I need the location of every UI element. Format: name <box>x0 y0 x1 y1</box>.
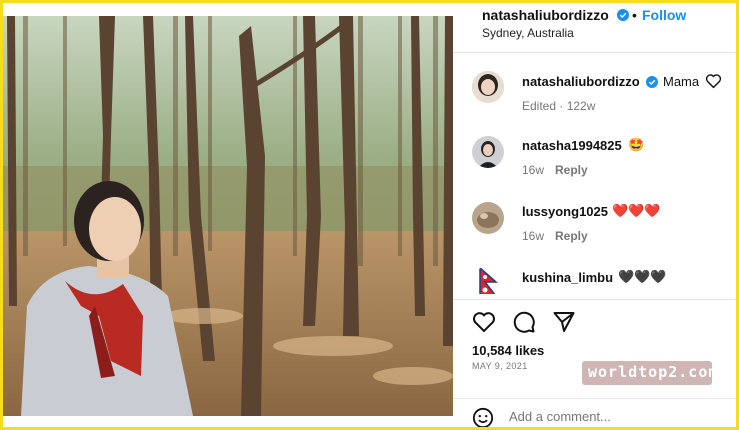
verified-badge-icon <box>617 9 629 21</box>
add-comment-bar <box>453 398 736 427</box>
post-date: MAY 9, 2021 <box>472 361 528 371</box>
comment-text: 🖤🖤🖤 <box>618 269 667 284</box>
comment-text: 🤩 <box>628 137 645 152</box>
comment-age: 16w <box>522 163 545 177</box>
comment-icon[interactable] <box>512 310 536 334</box>
header-separator: • <box>632 7 637 23</box>
commenter-avatar[interactable] <box>472 136 504 168</box>
caption-text: Mama <box>663 74 700 89</box>
share-icon[interactable] <box>552 310 576 334</box>
caption-username[interactable]: natashaliubordizzo <box>522 74 640 89</box>
watermark: worldtop2.com <box>582 361 717 385</box>
post-side-panel: natashaliubordizzo • Follow Sydney, Aust… <box>453 3 736 427</box>
verified-badge-icon <box>646 76 658 88</box>
avatar-image <box>472 202 504 234</box>
heart-icon[interactable] <box>472 310 496 334</box>
add-comment-input[interactable] <box>509 405 719 427</box>
follow-button[interactable]: Follow <box>642 7 686 23</box>
caption-meta: Edited · 122w <box>522 99 596 113</box>
emoji-icon[interactable] <box>472 407 494 427</box>
post-location[interactable]: Sydney, Australia <box>482 26 574 40</box>
avatar-image <box>472 71 504 103</box>
comment-age: 16w <box>522 229 545 243</box>
comment-username[interactable]: natasha1994825 <box>522 138 622 153</box>
comments-list[interactable]: natashaliubordizzo Mama Edited · 122w na… <box>453 54 736 294</box>
nepal-flag-icon <box>479 266 498 294</box>
post-header: natashaliubordizzo • Follow Sydney, Aust… <box>453 3 736 53</box>
instagram-post-frame: natashaliubordizzo • Follow Sydney, Aust… <box>3 3 736 427</box>
reply-button[interactable]: Reply <box>555 229 588 243</box>
forest-scene-image <box>3 16 453 416</box>
reply-button[interactable]: Reply <box>555 163 588 177</box>
commenter-avatar[interactable] <box>472 202 504 234</box>
like-caption-heart-icon[interactable] <box>705 73 722 89</box>
watermark-text: worldtop2.com <box>588 363 719 381</box>
comment-username[interactable]: lussyong1025 <box>522 204 608 219</box>
comment-username[interactable]: kushina_limbu <box>522 270 613 285</box>
post-photo[interactable] <box>3 16 453 416</box>
likes-count[interactable]: 10,584 likes <box>472 343 544 358</box>
avatar-image <box>472 136 504 168</box>
commenter-avatar[interactable] <box>472 266 504 294</box>
author-username[interactable]: natashaliubordizzo <box>482 7 609 23</box>
comment-text: ❤️❤️❤️ <box>612 203 661 218</box>
author-avatar[interactable] <box>472 71 504 103</box>
